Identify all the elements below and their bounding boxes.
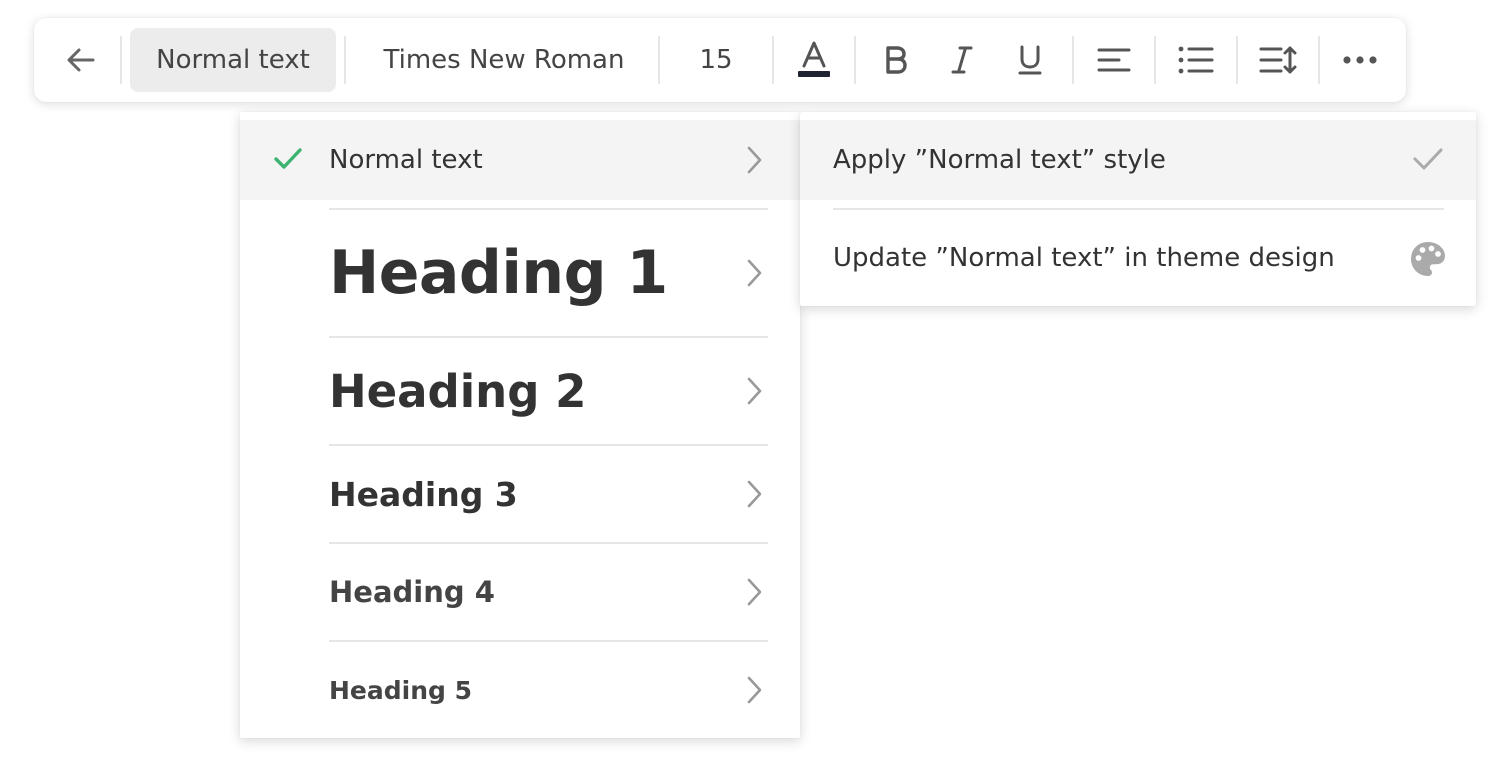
style-option-heading-3[interactable]: Heading 3	[240, 446, 800, 542]
toolbar-divider	[1072, 36, 1074, 84]
toolbar-divider	[658, 36, 660, 84]
text-style-dropdown[interactable]: Normal text	[130, 28, 336, 92]
italic-button[interactable]	[934, 28, 990, 92]
font-family-dropdown[interactable]: Times New Roman	[350, 28, 658, 92]
font-family-label: Times New Roman	[383, 45, 625, 75]
bold-icon	[886, 46, 907, 74]
toolbar-divider	[120, 36, 122, 84]
style-option-label: Heading 4	[329, 575, 495, 609]
chevron-right-icon	[742, 145, 766, 175]
underline-icon	[1018, 45, 1042, 75]
more-options-button[interactable]	[1330, 28, 1390, 92]
style-option-label: Normal text	[329, 145, 483, 175]
style-option-label: Heading 3	[329, 474, 518, 514]
align-button[interactable]	[1086, 28, 1142, 92]
formatting-toolbar: Normal text Times New Roman 15	[34, 18, 1406, 102]
chevron-right-icon	[742, 675, 766, 705]
update-theme-option[interactable]: Update ”Normal text” in theme design	[800, 210, 1476, 306]
style-option-label: Heading 1	[329, 238, 668, 308]
chevron-right-icon	[742, 479, 766, 509]
more-icon	[1343, 56, 1377, 64]
font-size-dropdown[interactable]: 15	[662, 28, 770, 92]
chevron-right-icon	[742, 258, 766, 288]
chevron-right-icon	[742, 577, 766, 607]
apply-style-label: Apply ”Normal text” style	[833, 145, 1166, 175]
bulleted-list-icon	[1178, 46, 1214, 74]
text-color-icon	[798, 41, 830, 77]
toolbar-divider	[344, 36, 346, 84]
style-option-heading-5[interactable]: Heading 5	[240, 642, 800, 738]
text-style-label: Normal text	[156, 45, 310, 75]
align-left-icon	[1097, 48, 1131, 72]
style-option-heading-1[interactable]: Heading 1	[240, 210, 800, 336]
line-spacing-icon	[1259, 46, 1297, 74]
style-option-label: Heading 5	[329, 675, 473, 705]
bold-button[interactable]	[868, 28, 924, 92]
text-style-menu: Normal text Heading 1 Heading 2 Heading …	[240, 112, 800, 738]
style-option-normal-text[interactable]: Normal text	[240, 120, 800, 200]
apply-style-option[interactable]: Apply ”Normal text” style	[800, 120, 1476, 200]
text-color-button[interactable]	[786, 28, 842, 92]
update-theme-label: Update ”Normal text” in theme design	[833, 243, 1335, 273]
style-option-label: Heading 2	[329, 364, 587, 418]
style-option-heading-2[interactable]: Heading 2	[240, 338, 800, 444]
font-size-label: 15	[699, 45, 733, 75]
palette-icon	[1408, 240, 1448, 278]
italic-icon	[951, 46, 973, 74]
underline-button[interactable]	[1002, 28, 1058, 92]
normal-text-submenu: Apply ”Normal text” style Update ”Normal…	[800, 112, 1476, 306]
checkmark-icon	[1408, 146, 1448, 172]
toolbar-divider	[1318, 36, 1320, 84]
bulleted-list-button[interactable]	[1168, 28, 1224, 92]
checkmark-icon	[272, 147, 304, 171]
toolbar-divider	[1236, 36, 1238, 84]
toolbar-divider	[1154, 36, 1156, 84]
chevron-right-icon	[742, 376, 766, 406]
toolbar-divider	[854, 36, 856, 84]
back-button[interactable]	[48, 28, 114, 92]
style-option-heading-4[interactable]: Heading 4	[240, 544, 800, 640]
arrow-left-icon	[67, 48, 95, 72]
toolbar-divider	[772, 36, 774, 84]
line-spacing-button[interactable]	[1250, 28, 1306, 92]
